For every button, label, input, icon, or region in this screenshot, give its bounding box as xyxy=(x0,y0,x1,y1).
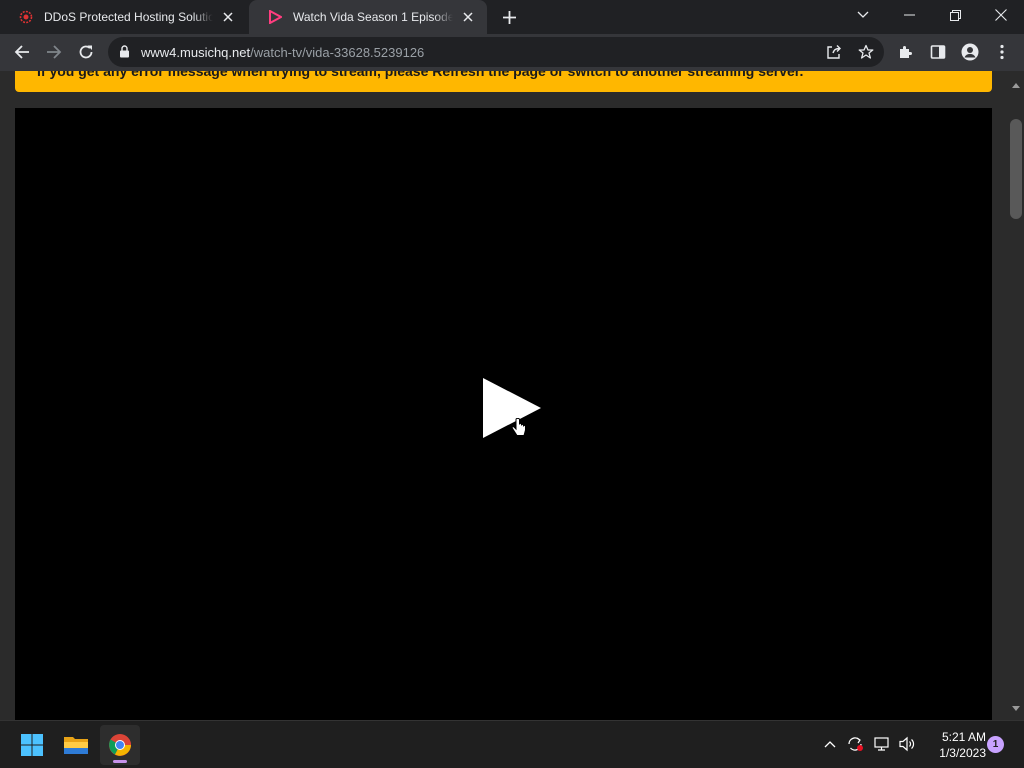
side-panel-icon[interactable] xyxy=(924,38,952,66)
restore-button[interactable] xyxy=(932,0,978,30)
url-text[interactable]: www4.musichq.net/watch-tv/vida-33628.523… xyxy=(141,45,424,60)
page-content: If you get any error message when trying… xyxy=(0,71,1008,720)
browser-toolbar: www4.musichq.net/watch-tv/vida-33628.523… xyxy=(0,34,1024,71)
tab-search-chevron-icon[interactable] xyxy=(840,0,886,30)
chrome-taskbar-icon[interactable] xyxy=(100,725,140,765)
musichq-favicon-icon xyxy=(267,9,283,25)
network-icon[interactable] xyxy=(871,733,893,755)
volume-speaker-icon[interactable] xyxy=(896,733,918,755)
file-explorer-folder-icon[interactable] xyxy=(56,725,96,765)
window-close-button[interactable] xyxy=(978,0,1024,30)
scrollbar-thumb[interactable] xyxy=(1010,119,1022,219)
profile-avatar-icon[interactable] xyxy=(956,38,984,66)
windows-start-icon[interactable] xyxy=(12,725,52,765)
active-app-indicator xyxy=(113,760,127,763)
sync-status-icon[interactable] xyxy=(844,733,866,755)
scroll-up-arrow-icon[interactable] xyxy=(1012,75,1020,93)
tab-strip: DDoS Protected Hosting Solution Watch Vi… xyxy=(0,0,1024,34)
system-clock[interactable]: 5:21 AM 1/3/2023 xyxy=(926,729,986,761)
page-scrollbar[interactable] xyxy=(1008,71,1024,720)
clock-date: 1/3/2023 xyxy=(939,746,986,760)
error-notice-banner: If you get any error message when trying… xyxy=(15,71,992,92)
share-icon[interactable] xyxy=(820,38,848,66)
bookmark-star-icon[interactable] xyxy=(852,38,880,66)
menu-kebab-icon[interactable] xyxy=(988,38,1016,66)
forward-arrow-icon[interactable] xyxy=(40,38,68,66)
back-arrow-icon[interactable] xyxy=(8,38,36,66)
extensions-puzzle-icon[interactable] xyxy=(892,38,920,66)
show-hidden-icons-chevron-icon[interactable] xyxy=(819,733,841,755)
lock-icon[interactable] xyxy=(119,45,130,63)
notification-badge[interactable]: 1 xyxy=(987,736,1004,753)
windows-taskbar: 5:21 AM 1/3/2023 1 xyxy=(0,720,1024,768)
close-icon[interactable] xyxy=(219,8,237,26)
url-host: www4.musichq.net xyxy=(141,45,251,60)
minimize-button[interactable] xyxy=(886,0,932,30)
hand-cursor-icon xyxy=(511,417,527,443)
ddos-favicon-icon xyxy=(18,9,34,25)
url-path: /watch-tv/vida-33628.5239126 xyxy=(250,45,425,60)
address-bar[interactable]: www4.musichq.net/watch-tv/vida-33628.523… xyxy=(108,37,884,67)
new-tab-button[interactable] xyxy=(497,6,521,28)
close-icon[interactable] xyxy=(459,8,477,26)
clock-time: 5:21 AM xyxy=(941,730,986,744)
error-notice-text: If you get any error message when trying… xyxy=(37,71,804,79)
scroll-down-arrow-icon[interactable] xyxy=(1012,698,1020,716)
reload-icon[interactable] xyxy=(72,38,100,66)
tab-watch-vida[interactable]: Watch Vida Season 1 Episode 6: H xyxy=(249,0,487,34)
tab-title: DDoS Protected Hosting Solution xyxy=(44,10,213,24)
tab-title: Watch Vida Season 1 Episode 6: H xyxy=(293,10,453,24)
tab-ddos-hosting[interactable]: DDoS Protected Hosting Solution xyxy=(0,0,247,34)
video-player[interactable] xyxy=(15,108,992,720)
